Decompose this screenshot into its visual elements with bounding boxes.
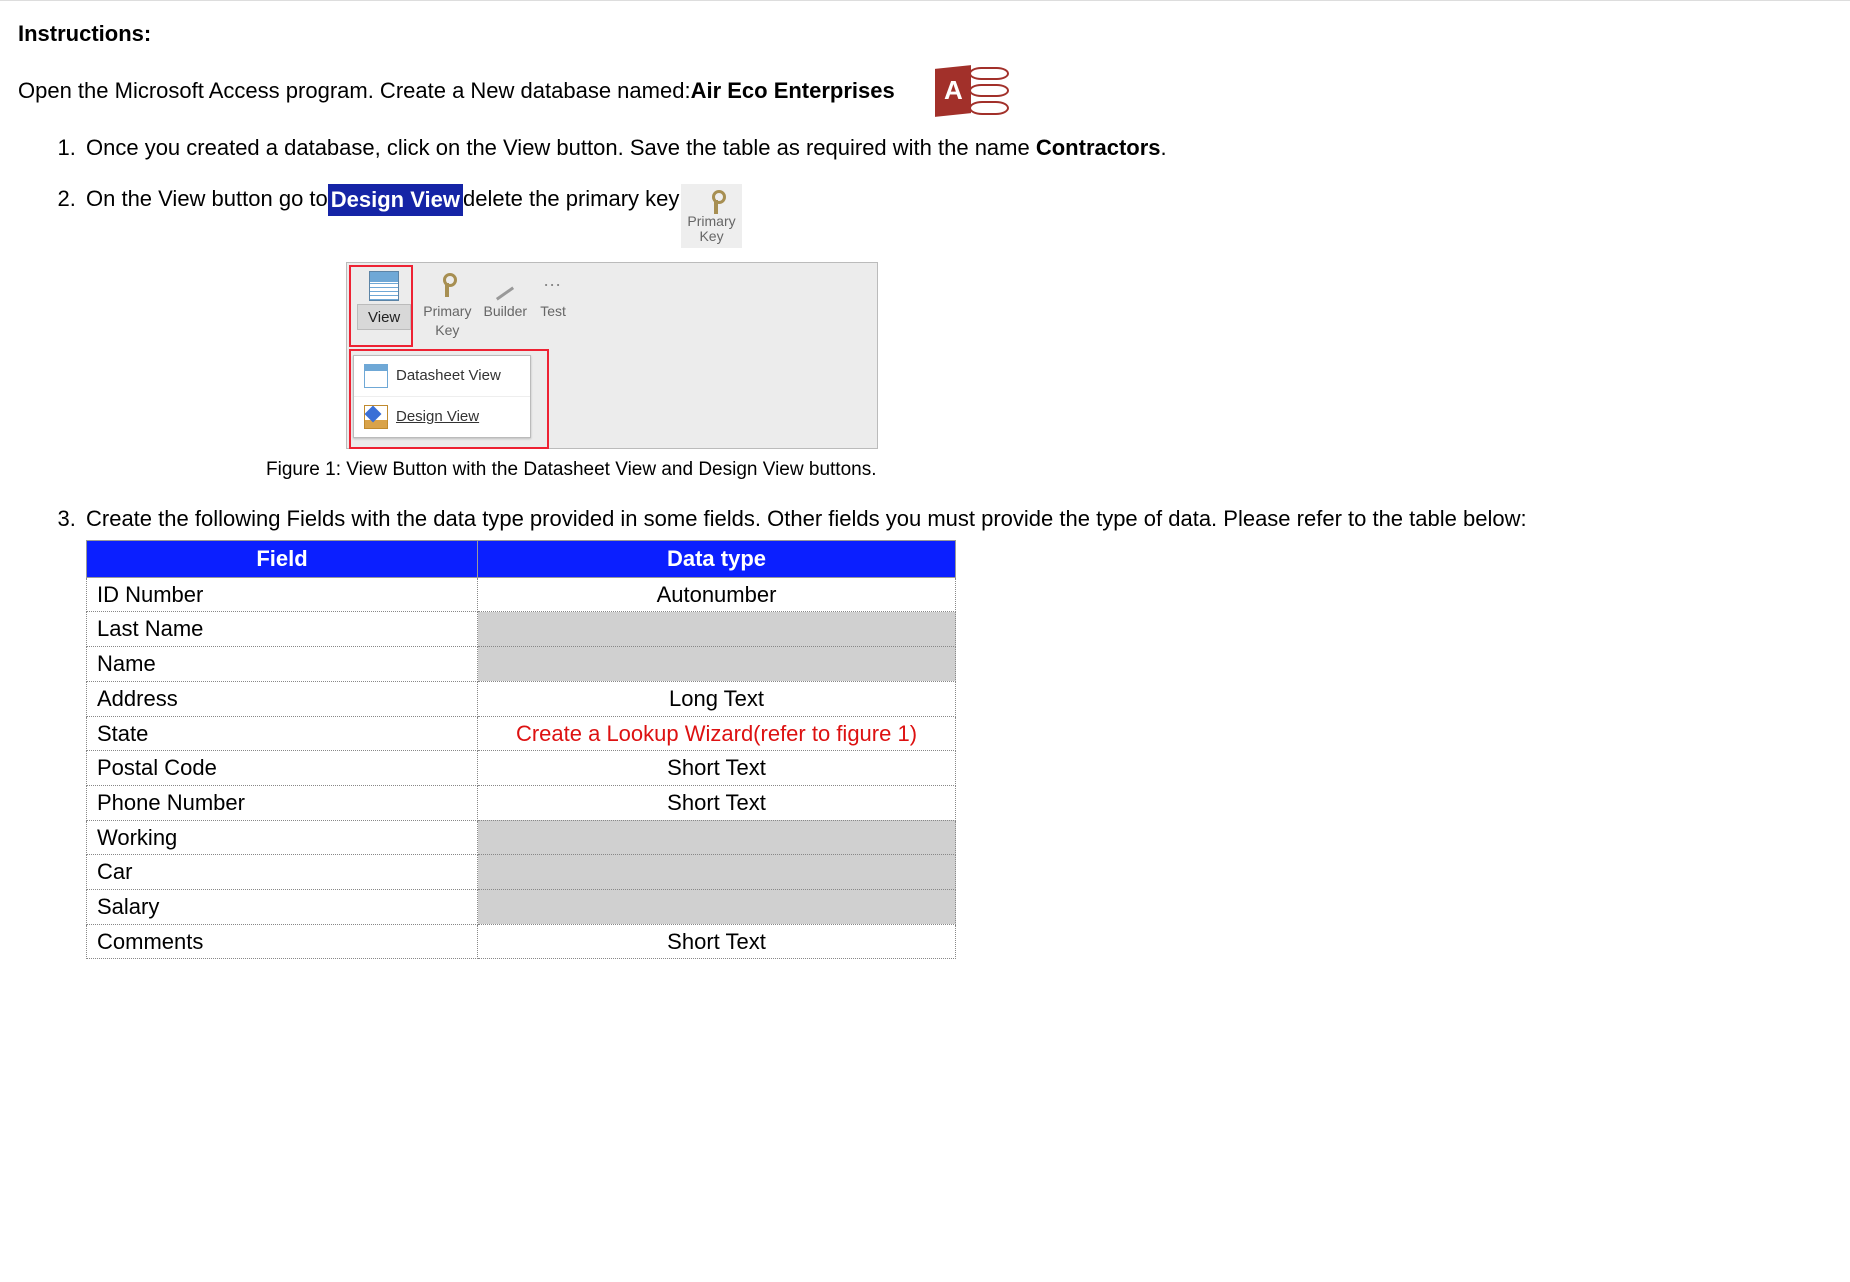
cell-type: Create a Lookup Wizard(refer to figure 1… — [478, 716, 956, 751]
table-row: Salary — [87, 889, 956, 924]
step-2: On the View button go to Design View del… — [82, 184, 1832, 482]
cell-type — [478, 612, 956, 647]
key-icon — [433, 271, 461, 299]
ms-access-icon — [935, 67, 1009, 115]
cell-field: Phone Number — [87, 785, 478, 820]
intro-dbname: Air Eco Enterprises — [691, 76, 895, 106]
table-row: StateCreate a Lookup Wizard(refer to fig… — [87, 716, 956, 751]
ribbon-test-item[interactable]: Test — [535, 267, 571, 325]
cell-field: Address — [87, 681, 478, 716]
instruction-steps: Once you created a database, click on th… — [18, 133, 1832, 960]
table-row: Last Name — [87, 612, 956, 647]
fields-table-header-datatype: Data type — [478, 541, 956, 578]
cell-field: State — [87, 716, 478, 751]
menu-design-view[interactable]: Design View — [354, 396, 530, 437]
step3-intro-text: Create the following Fields with the dat… — [86, 504, 1832, 534]
table-row: CommentsShort Text — [87, 924, 956, 959]
table-row: Working — [87, 820, 956, 855]
cell-type: Short Text — [478, 924, 956, 959]
step2-post: delete the primary key — [463, 184, 679, 214]
fields-table-header-field: Field — [87, 541, 478, 578]
primary-key-thumb: Primary Key — [681, 184, 741, 247]
cell-type: Short Text — [478, 785, 956, 820]
cell-field: Postal Code — [87, 751, 478, 786]
ribbon-view-label: View — [357, 304, 411, 330]
table-row: Phone NumberShort Text — [87, 785, 956, 820]
pk-label-key: Key — [699, 229, 723, 244]
step-3: Create the following Fields with the dat… — [82, 504, 1832, 959]
cell-field: Salary — [87, 889, 478, 924]
step1-bold: Contractors — [1036, 135, 1161, 160]
cell-field: Name — [87, 647, 478, 682]
figure-1-caption: Figure 1: View Button with the Datasheet… — [266, 457, 1832, 483]
view-dropdown-menu: Datasheet View Design View — [353, 355, 531, 438]
key-icon — [702, 188, 722, 214]
cell-type — [478, 855, 956, 890]
menu-datasheet-label: Datasheet View — [396, 366, 501, 386]
ribbon-key-label: Key — [435, 321, 459, 340]
ribbon-test-label: Test — [540, 302, 566, 321]
step2-pre: On the View button go to — [86, 184, 328, 214]
ribbon-primary-key-item[interactable]: Primary Key — [419, 267, 475, 344]
cell-type: Short Text — [478, 751, 956, 786]
fields-table: Field Data type ID NumberAutonumber Last… — [86, 540, 956, 959]
pk-label-primary: Primary — [687, 214, 735, 229]
cell-type — [478, 889, 956, 924]
step-1: Once you created a database, click on th… — [82, 133, 1832, 163]
step1-suffix: . — [1161, 135, 1167, 160]
datasheet-icon — [364, 364, 388, 388]
table-row: AddressLong Text — [87, 681, 956, 716]
instructions-heading: Instructions: — [18, 19, 1832, 49]
wand-icon — [491, 271, 519, 299]
table-row: Postal CodeShort Text — [87, 751, 956, 786]
ribbon-bar: View Primary Key Builder Test — [347, 263, 877, 353]
figure-1-ribbon: View Primary Key Builder Test — [346, 262, 878, 449]
table-row: ID NumberAutonumber — [87, 577, 956, 612]
intro-paragraph: Open the Microsoft Access program. Creat… — [18, 67, 1832, 115]
cell-field: Comments — [87, 924, 478, 959]
cell-type: Autonumber — [478, 577, 956, 612]
ribbon-view-item[interactable]: View — [353, 267, 415, 334]
cell-field: Last Name — [87, 612, 478, 647]
cell-type: Long Text — [478, 681, 956, 716]
ribbon-builder-item[interactable]: Builder — [479, 267, 531, 325]
step2-highlight: Design View — [328, 184, 463, 216]
intro-prefix: Open the Microsoft Access program. Creat… — [18, 76, 691, 106]
design-view-icon — [364, 405, 388, 429]
table-row: Car — [87, 855, 956, 890]
grid-icon — [369, 271, 399, 301]
cell-type — [478, 647, 956, 682]
ribbon-primary-label: Primary — [423, 302, 471, 321]
cell-field: Working — [87, 820, 478, 855]
ribbon-builder-label: Builder — [483, 302, 527, 321]
menu-design-label: Design View — [396, 407, 479, 427]
cell-type — [478, 820, 956, 855]
ellipsis-icon — [539, 271, 567, 299]
document-page: Instructions: Open the Microsoft Access … — [0, 0, 1850, 1282]
cell-field: ID Number — [87, 577, 478, 612]
menu-datasheet-view[interactable]: Datasheet View — [354, 356, 530, 396]
table-row: Name — [87, 647, 956, 682]
cell-field: Car — [87, 855, 478, 890]
step1-prefix: Once you created a database, click on th… — [86, 135, 1036, 160]
